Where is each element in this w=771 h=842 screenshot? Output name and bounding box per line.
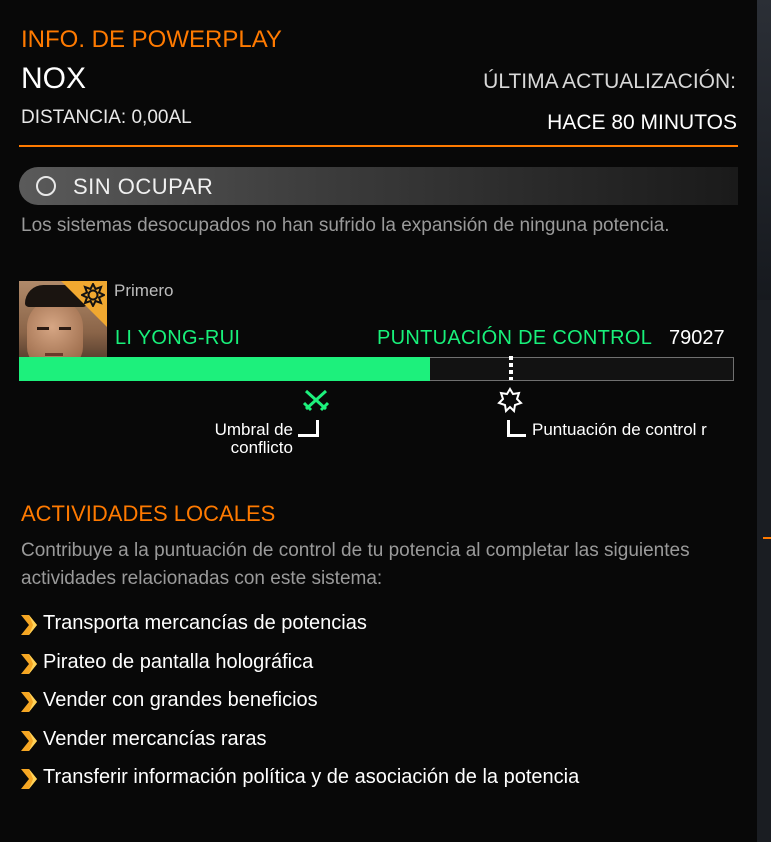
last-update-value: HACE 80 MINUTOS (547, 111, 737, 134)
activity-item: Vender con grandes beneficios (19, 689, 579, 728)
activity-list: Transporta mercancías de potencias Pirate… (19, 612, 579, 805)
activity-item: Transferir información política y de aso… (19, 766, 579, 805)
control-score-value: 79027 (669, 327, 725, 349)
activity-label: Vender con grandes beneficios (43, 689, 318, 711)
activity-item: Pirateo de pantalla holográfica (19, 651, 579, 690)
leader-rank: Primero (114, 281, 174, 300)
activity-label: Vender mercancías raras (43, 727, 267, 750)
activity-label: Transferir información política y de aso… (43, 766, 580, 788)
leader-name: LI YONG-RUI (115, 327, 241, 349)
chevron-right-icon (19, 651, 39, 675)
chevron-right-icon (19, 689, 39, 713)
chevron-right-icon (19, 612, 39, 636)
adjacent-panel-edge (757, 0, 771, 842)
crossed-swords-icon (302, 389, 330, 412)
local-activities-description: Contribuye a la puntuación de control de… (21, 540, 690, 589)
control-threshold-marker (509, 356, 513, 380)
status-banner: SIN OCUPAR (19, 167, 738, 205)
control-threshold-bracket (507, 420, 526, 437)
local-activities-title: ACTIVIDADES LOCALES (21, 501, 276, 526)
empty-circle-icon (36, 176, 56, 196)
conflict-threshold-label: Umbral de conflicto (214, 420, 293, 457)
sun-emblem-icon (81, 283, 105, 307)
chevron-right-icon (19, 728, 39, 752)
header-divider (19, 145, 738, 147)
control-threshold-label: Puntuación de control r (532, 420, 707, 439)
control-score-label: PUNTUACIÓN DE CONTROL (377, 327, 653, 349)
conflict-threshold-bracket (298, 420, 319, 437)
status-description: Los sistemas desocupados no han sufrido … (21, 215, 670, 236)
activity-item: Vender mercancías raras (19, 728, 579, 767)
control-progress-fill (19, 357, 430, 381)
control-star-icon (497, 387, 523, 413)
status-label: SIN OCUPAR (73, 174, 214, 199)
activity-label: Pirateo de pantalla holográfica (43, 650, 314, 673)
powerplay-info-panel: INFO. DE POWERPLAY NOX ÚLTIMA ACTUALIZAC… (0, 0, 757, 842)
activity-label: Transporta mercancías de potencias (43, 612, 367, 634)
activity-item: Transporta mercancías de potencias (19, 612, 579, 651)
last-update-label: ÚLTIMA ACTUALIZACIÓN: (483, 70, 736, 93)
system-name: NOX (21, 62, 87, 95)
chevron-right-icon (19, 766, 39, 790)
panel-title: INFO. DE POWERPLAY (21, 26, 282, 53)
distance-readout: DISTANCIA: 0,00AL (21, 107, 192, 128)
